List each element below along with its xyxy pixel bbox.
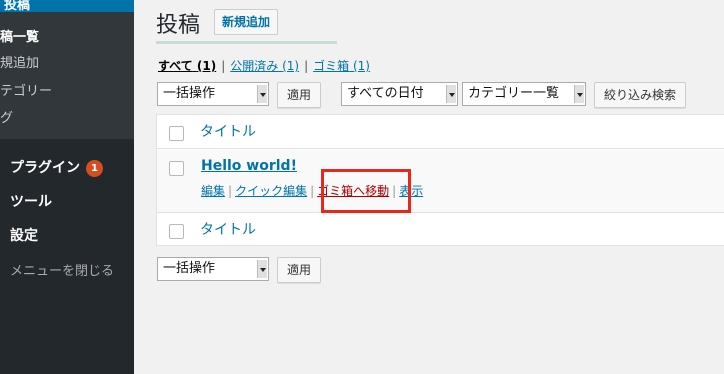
- posts-table: タイトル Hello world! 編集 | クイック編集 | ゴミ箱へ移動 | 表示 タイ…: [156, 114, 724, 246]
- status-filter-links: すべて (1) | 公開済み (1) | ゴミ箱 (1): [158, 57, 370, 74]
- row-checkbox[interactable]: [169, 161, 184, 176]
- filter-button[interactable]: 絞り込み検索: [594, 82, 687, 108]
- posts-submenu: 稿一覧 規追加 テゴリー グ: [0, 12, 134, 139]
- column-title-footer[interactable]: タイトル: [200, 219, 256, 239]
- table-header-row: タイトル: [157, 115, 724, 149]
- date-filter-value: すべての日付: [347, 86, 424, 101]
- filter-all-label: すべて: [158, 59, 193, 73]
- category-filter-select[interactable]: カテゴリー一覧: [462, 82, 586, 106]
- post-title-link[interactable]: Hello world!: [201, 158, 297, 174]
- select-all-checkbox[interactable]: [169, 126, 184, 141]
- bulk-action-select[interactable]: 一括操作: [157, 82, 269, 106]
- bulk-action-value: 一括操作: [163, 86, 216, 101]
- table-footer-row: タイトル: [157, 212, 724, 246]
- filter-trash[interactable]: ゴミ箱 (1): [313, 59, 370, 73]
- quick-edit-link[interactable]: クイック編集: [235, 184, 307, 198]
- highlight-annotation-box: [321, 169, 411, 213]
- sidebar-item-settings[interactable]: 設定: [10, 225, 38, 245]
- submenu-tags[interactable]: グ: [0, 107, 13, 126]
- sidebar-item-posts[interactable]: 投稿: [0, 0, 134, 13]
- admin-sidebar: 投稿 稿一覧 規追加 テゴリー グ プラグイン 1 ツール 設定 メニューを閉じる: [0, 0, 134, 374]
- submenu-all-posts[interactable]: 稿一覧: [0, 26, 39, 45]
- sidebar-item-tools[interactable]: ツール: [10, 191, 52, 211]
- sidebar-item-label: プラグイン: [10, 160, 80, 176]
- apply-button-bottom[interactable]: 適用: [277, 257, 322, 283]
- main-content: 投稿 新規追加 すべて (1) | 公開済み (1) | ゴミ箱 (1) 一括操作 適用…: [134, 0, 724, 374]
- separator: |: [310, 184, 315, 198]
- select-all-checkbox-footer[interactable]: [169, 224, 184, 239]
- filter-trash-count: (1): [352, 59, 370, 73]
- filter-published-label: 公開済み: [230, 59, 279, 73]
- edit-link[interactable]: 編集: [201, 184, 225, 198]
- chevron-down-icon: [257, 260, 267, 278]
- filter-published-count: (1): [282, 59, 300, 73]
- collapse-menu-button[interactable]: メニューを閉じる: [10, 260, 114, 279]
- separator: |: [228, 184, 233, 198]
- filter-all[interactable]: すべて (1): [158, 59, 216, 73]
- submenu-add-new[interactable]: 規追加: [0, 52, 39, 71]
- chevron-down-icon: [257, 85, 267, 103]
- add-new-button[interactable]: 新規追加: [214, 9, 279, 35]
- separator: |: [304, 59, 309, 73]
- table-row: Hello world! 編集 | クイック編集 | ゴミ箱へ移動 | 表示: [157, 150, 724, 212]
- filter-all-count: (1): [196, 59, 217, 73]
- sidebar-item-plugins[interactable]: プラグイン 1: [10, 157, 103, 177]
- apply-button[interactable]: 適用: [277, 82, 322, 108]
- column-title-header[interactable]: タイトル: [200, 121, 256, 141]
- submenu-categories[interactable]: テゴリー: [0, 80, 52, 99]
- page-title: 投稿: [156, 13, 201, 38]
- update-count-badge: 1: [86, 160, 103, 177]
- filter-trash-label: ゴミ箱: [313, 59, 350, 73]
- filter-published[interactable]: 公開済み (1): [230, 59, 299, 73]
- chevron-down-icon: [574, 85, 584, 103]
- chevron-down-icon: [446, 85, 456, 103]
- date-filter-select[interactable]: すべての日付: [341, 82, 458, 106]
- category-filter-value: カテゴリー一覧: [468, 86, 560, 101]
- bulk-action-select-bottom[interactable]: 一括操作: [157, 257, 269, 281]
- title-divider: [156, 41, 337, 44]
- bulk-action-value: 一括操作: [163, 261, 216, 276]
- separator: |: [221, 59, 226, 73]
